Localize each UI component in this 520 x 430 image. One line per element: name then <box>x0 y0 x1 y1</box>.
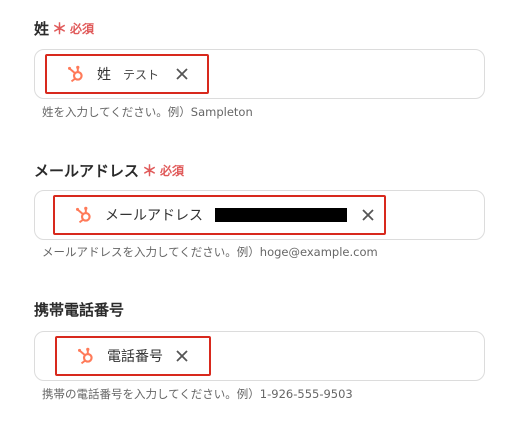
last-name-input[interactable]: 姓 テスト <box>34 49 485 99</box>
close-icon[interactable] <box>175 349 189 363</box>
token-label: 姓 <box>97 67 111 83</box>
token-label: メールアドレス <box>105 208 203 224</box>
field-last-name: 姓 ＊ 必須 姓 テスト 姓を入力してください。例）Sampleton <box>34 18 486 128</box>
close-icon[interactable] <box>175 67 189 81</box>
field-label: メールアドレス <box>34 161 140 180</box>
required-mark: ＊ <box>52 19 68 38</box>
token-label: 電話番号 <box>107 349 163 365</box>
hubspot-icon <box>75 206 91 224</box>
token-sample-value: テスト <box>123 67 160 82</box>
field-label-row: 携帯電話番号 <box>34 299 486 319</box>
field-mobile-phone: 携帯電話番号 電話番号 携帯の電話番号を入力してください。例）1-926-555… <box>34 299 486 409</box>
field-label-row: メールアドレス ＊ 必須 <box>34 160 486 180</box>
email-input[interactable]: メールアドレス <box>34 190 485 240</box>
required-text: 必須 <box>70 21 95 36</box>
field-label-row: 姓 ＊ 必須 <box>34 18 486 38</box>
help-text: メールアドレスを入力してください。例）hoge@example.com <box>42 245 378 259</box>
variable-token[interactable]: 電話番号 <box>55 336 211 376</box>
variable-token[interactable]: 姓 テスト <box>45 54 209 94</box>
close-icon[interactable] <box>361 208 375 222</box>
variable-token[interactable]: メールアドレス <box>53 195 386 235</box>
help-text: 姓を入力してください。例）Sampleton <box>42 105 253 119</box>
field-label: 姓 <box>34 19 50 38</box>
mobile-phone-input[interactable]: 電話番号 <box>34 331 485 381</box>
redacted-value <box>215 208 347 222</box>
hubspot-icon <box>77 347 93 365</box>
required-mark: ＊ <box>142 161 158 180</box>
form: 姓 ＊ 必須 姓 テスト 姓を入力してください。例）Sampleton メールア… <box>0 0 520 430</box>
hubspot-icon <box>67 65 83 83</box>
field-label: 携帯電話番号 <box>34 300 125 319</box>
help-text: 携帯の電話番号を入力してください。例）1-926-555-9503 <box>42 387 353 401</box>
field-email: メールアドレス ＊ 必須 メールアドレス メールアドレスを入力してください。例）… <box>34 160 486 270</box>
required-text: 必須 <box>160 163 185 178</box>
